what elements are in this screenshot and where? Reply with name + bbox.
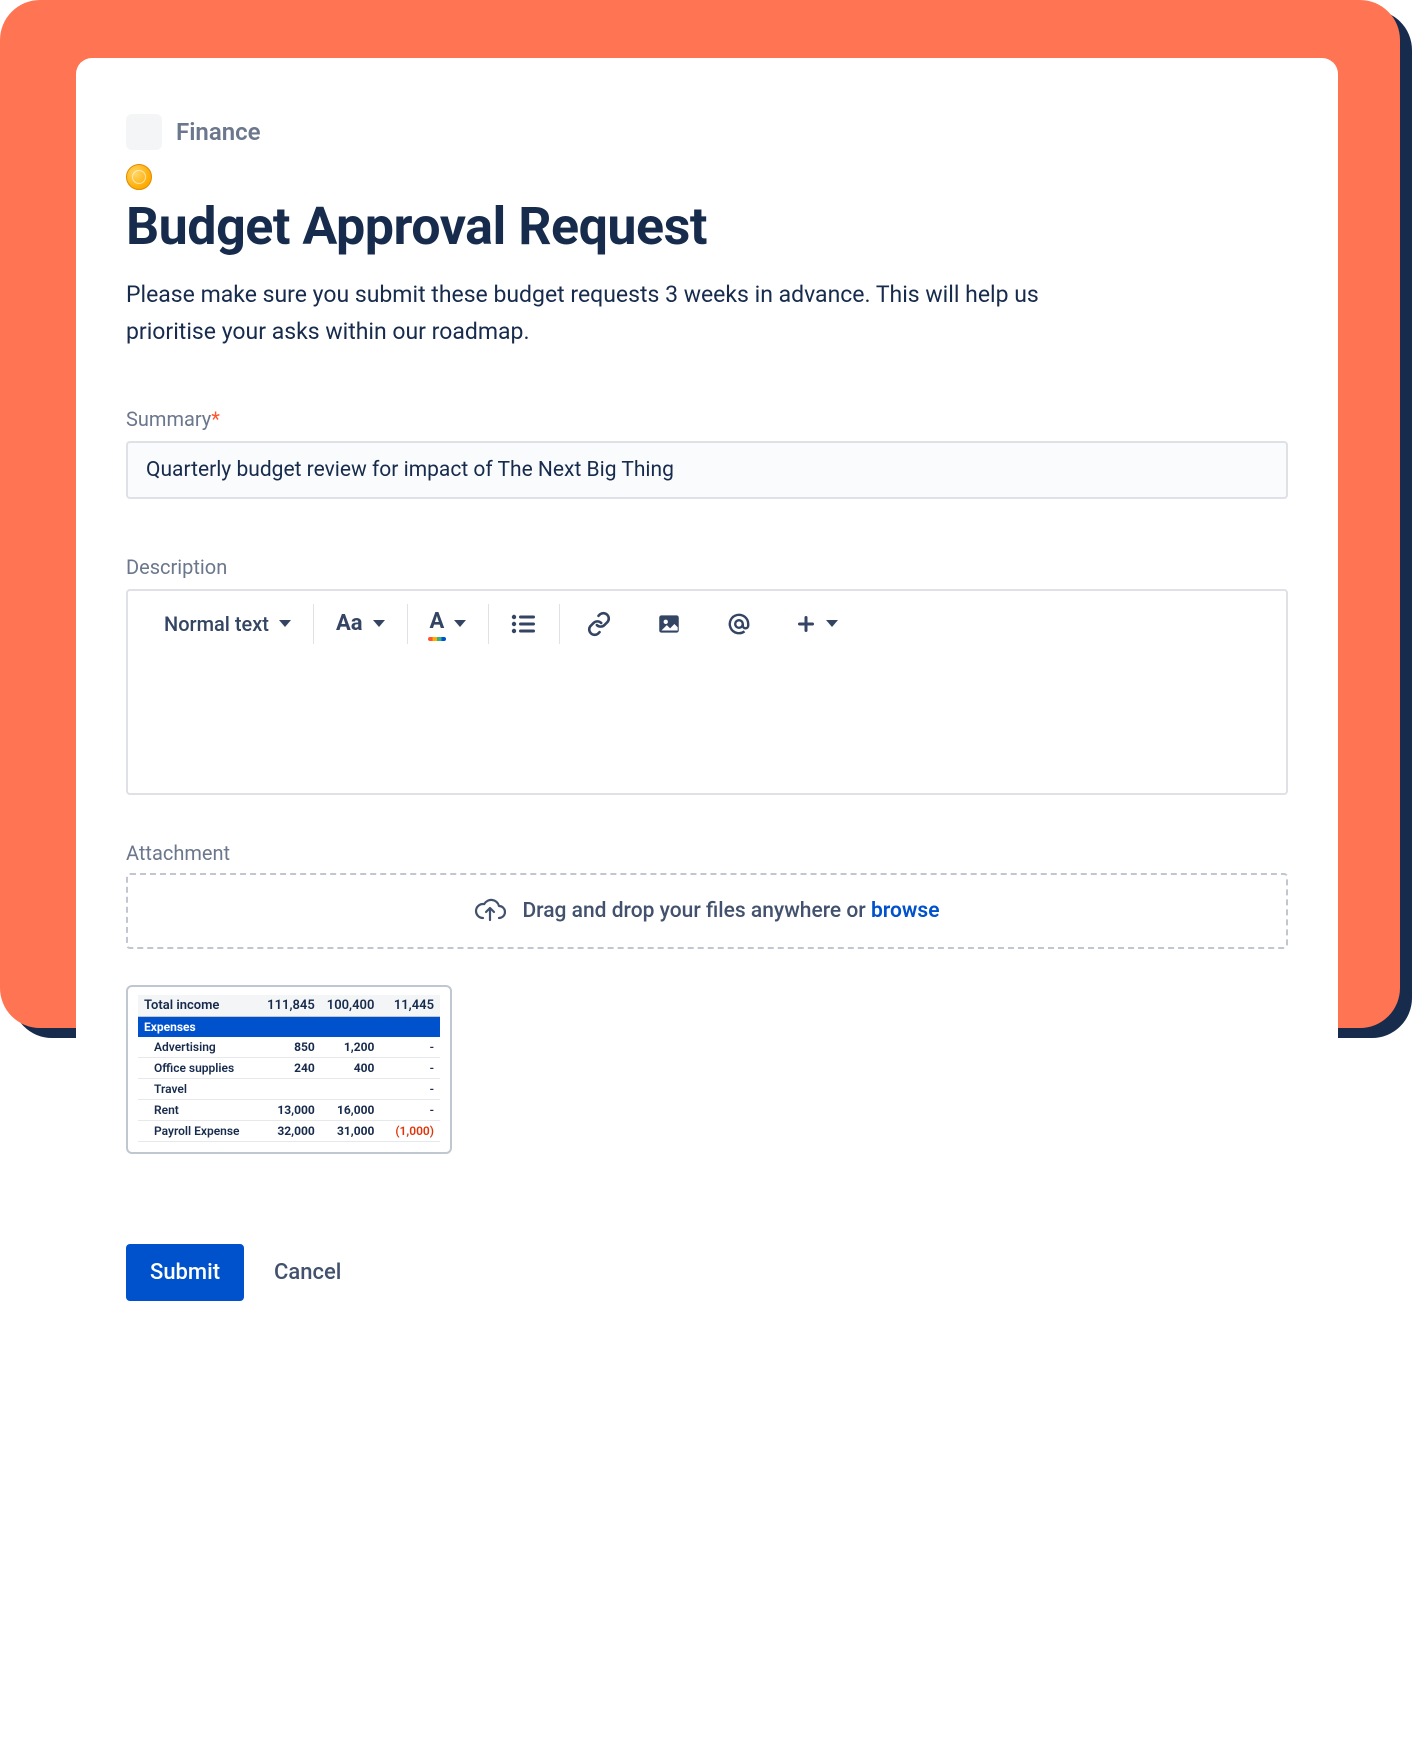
text-style-dropdown[interactable]: Normal text: [156, 606, 299, 642]
description-editor: Normal text Aa A: [126, 589, 1288, 795]
cancel-button[interactable]: Cancel: [274, 1260, 341, 1285]
form-actions: Submit Cancel: [126, 1244, 1288, 1301]
image-button[interactable]: [648, 605, 690, 643]
thumb-total-label: Total income: [140, 998, 259, 1013]
at-icon: [726, 611, 752, 637]
required-marker: *: [211, 407, 220, 431]
table-row: Travel-: [138, 1079, 440, 1100]
link-icon: [586, 611, 612, 637]
chevron-down-icon: [454, 620, 466, 627]
description-label: Description: [126, 555, 1288, 579]
bullet-list-icon: [511, 613, 537, 635]
description-textarea[interactable]: [128, 657, 1286, 793]
attachment-thumbnail[interactable]: Total income 111,845 100,400 11,445 Expe…: [126, 985, 452, 1154]
dropzone-text: Drag and drop your files anywhere or bro…: [522, 899, 939, 923]
text-style-label: Normal text: [164, 612, 269, 636]
browse-link[interactable]: browse: [871, 899, 940, 923]
page-title: Budget Approval Request: [126, 196, 1288, 257]
plus-icon: [796, 614, 816, 634]
intro-text: Please make sure you submit these budget…: [126, 277, 1126, 351]
table-row: Advertising8501,200-: [138, 1037, 440, 1058]
category-icon: [126, 114, 162, 150]
thumb-section-header: Expenses: [138, 1017, 440, 1037]
text-color-icon: A: [430, 609, 445, 639]
coin-icon: [126, 164, 152, 190]
attachment-label: Attachment: [126, 841, 1288, 865]
insert-more-dropdown[interactable]: [788, 608, 846, 640]
attachment-dropzone[interactable]: Drag and drop your files anywhere or bro…: [126, 873, 1288, 949]
chevron-down-icon: [826, 620, 838, 627]
form-card: Finance Budget Approval Request Please m…: [76, 58, 1338, 1371]
aa-icon: Aa: [336, 611, 363, 636]
thumb-total-c: 11,445: [378, 998, 438, 1013]
mention-button[interactable]: [718, 605, 760, 643]
text-case-dropdown[interactable]: Aa: [328, 605, 393, 642]
breadcrumb: Finance: [126, 114, 1288, 150]
editor-toolbar: Normal text Aa A: [128, 591, 1286, 657]
upload-cloud-icon: [474, 896, 506, 926]
table-row: Office supplies240400-: [138, 1058, 440, 1079]
link-button[interactable]: [578, 605, 620, 643]
summary-label-text: Summary: [126, 407, 211, 431]
thumb-total-a: 111,845: [259, 998, 319, 1013]
table-row: Payroll Expense32,00031,000(1,000): [138, 1121, 440, 1142]
chevron-down-icon: [279, 620, 291, 627]
text-color-dropdown[interactable]: A: [422, 603, 475, 645]
chevron-down-icon: [373, 620, 385, 627]
submit-button[interactable]: Submit: [126, 1244, 244, 1301]
thumb-total-b: 100,400: [319, 998, 379, 1013]
summary-input[interactable]: [126, 441, 1288, 499]
image-icon: [656, 611, 682, 637]
category-label[interactable]: Finance: [176, 118, 261, 146]
table-row: Total income 111,845 100,400 11,445: [138, 995, 440, 1017]
bullet-list-button[interactable]: [503, 607, 545, 641]
summary-label: Summary*: [126, 407, 1288, 431]
table-row: Rent13,00016,000-: [138, 1100, 440, 1121]
dropzone-instruction: Drag and drop your files anywhere or: [522, 899, 871, 923]
